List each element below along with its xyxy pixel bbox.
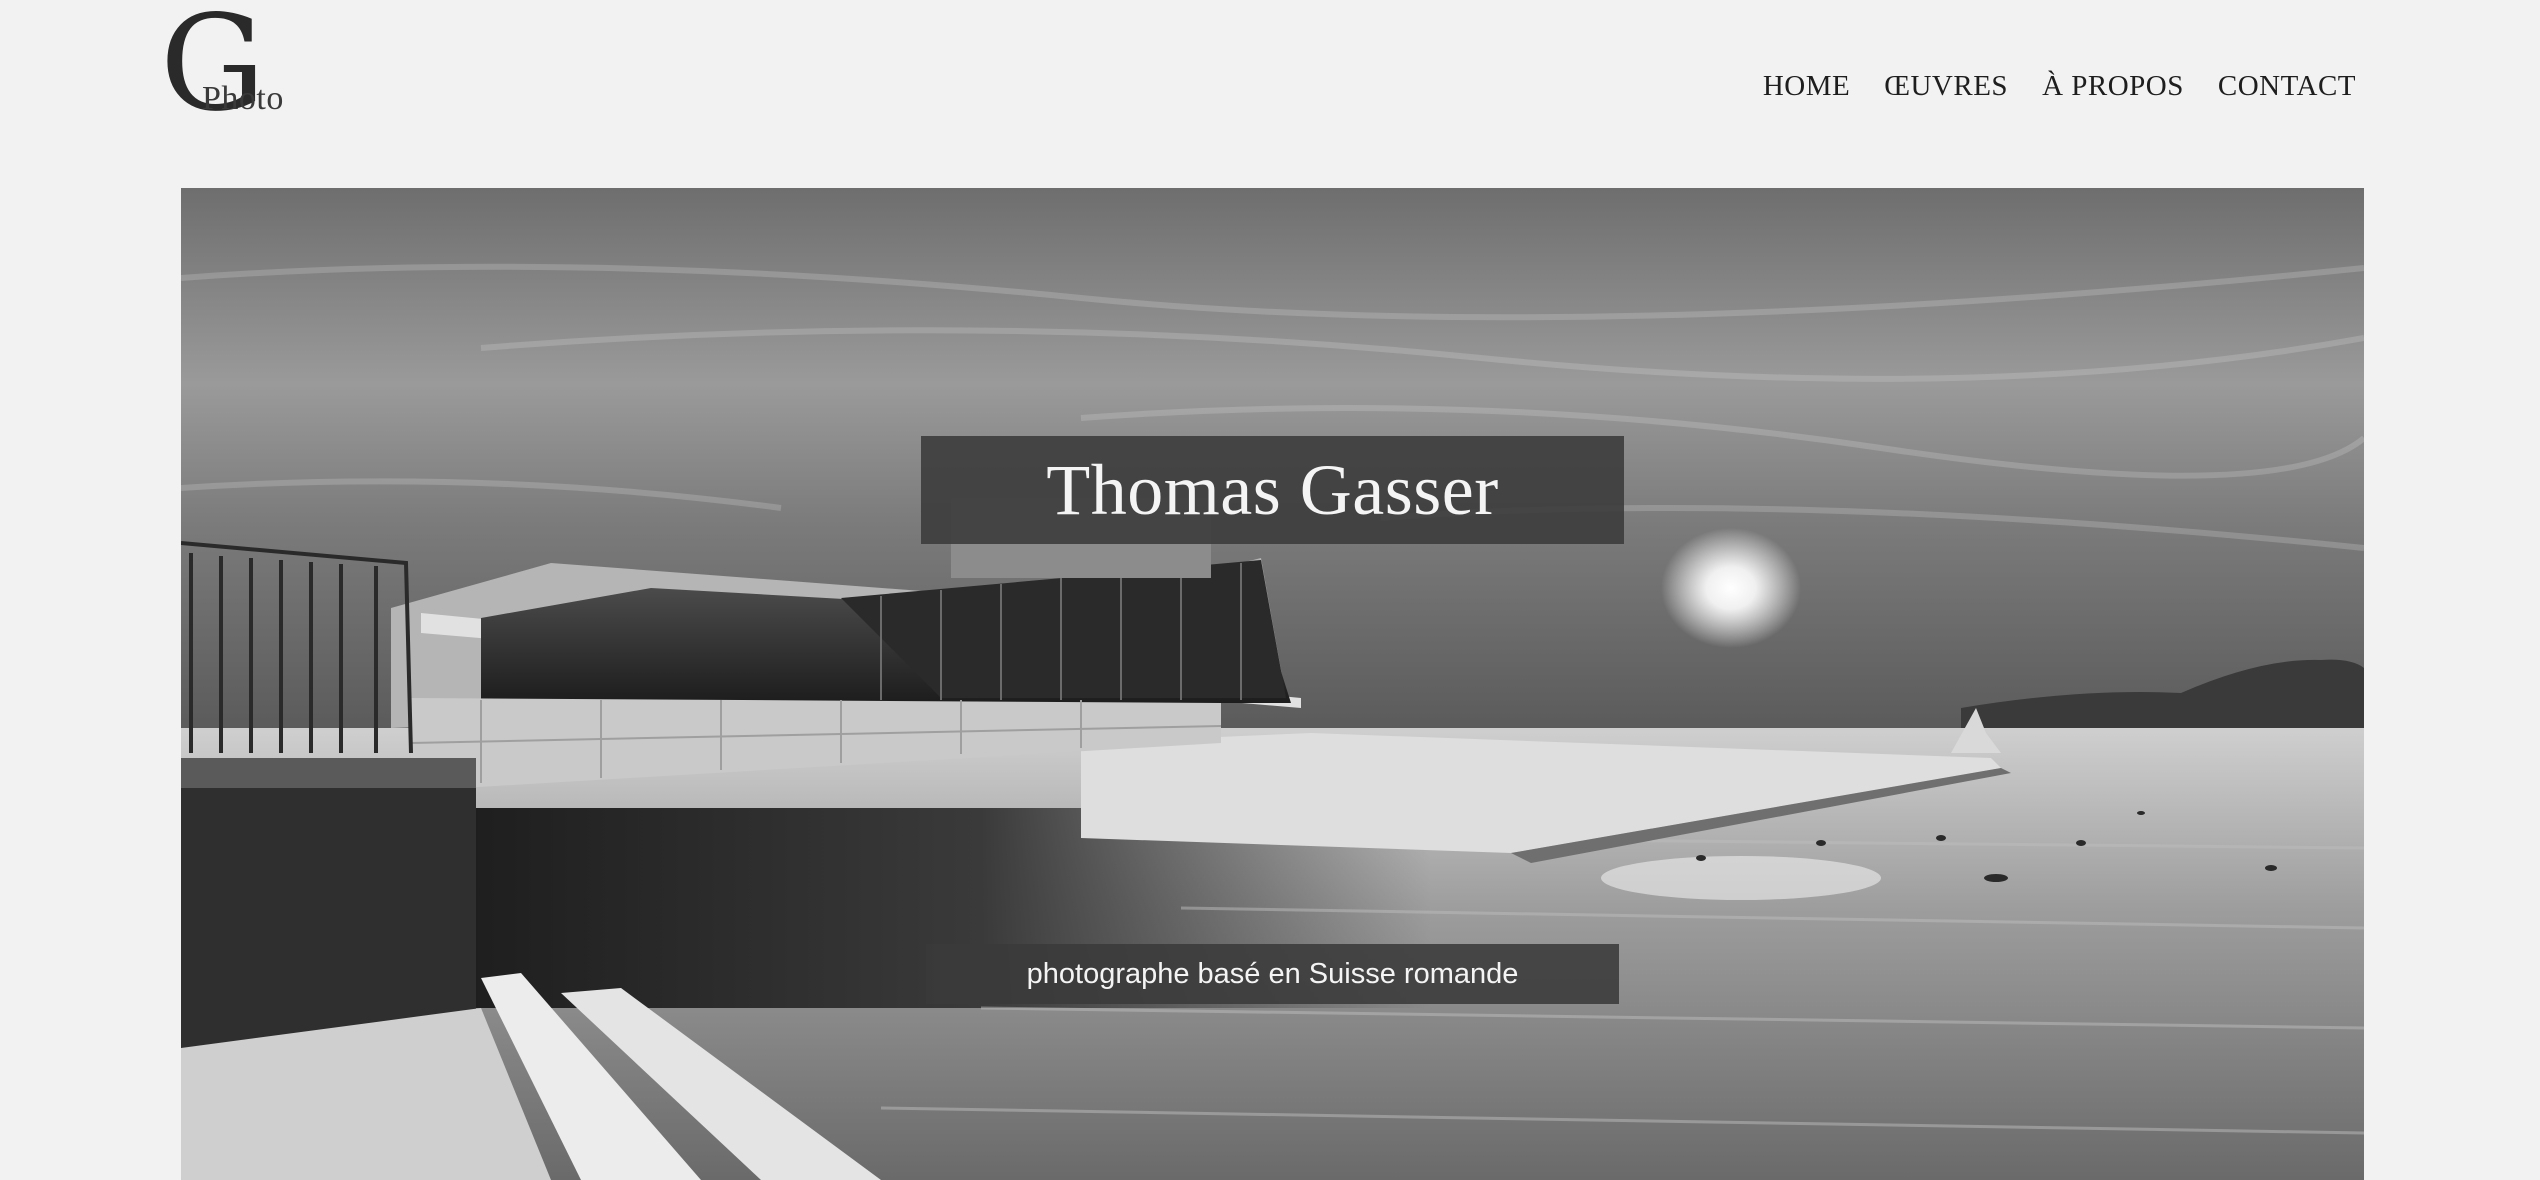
site-logo[interactable]: G Photo (160, 0, 310, 132)
main-nav: HOME ŒUVRES À PROPOS CONTACT (1763, 70, 2356, 103)
nav-a-propos[interactable]: À PROPOS (2042, 70, 2184, 103)
hero-subtitle: photographe basé en Suisse romande (1026, 957, 1519, 990)
nav-oeuvres[interactable]: ŒUVRES (1884, 70, 2008, 103)
hero-section: Thomas Gasser photographe basé en Suisse… (181, 188, 2364, 1180)
nav-contact[interactable]: CONTACT (2218, 70, 2356, 103)
logo-word: Photo (202, 80, 284, 117)
hero-title-box: Thomas Gasser (921, 436, 1624, 544)
hero-subtitle-box: photographe basé en Suisse romande (926, 944, 1619, 1004)
nav-home[interactable]: HOME (1763, 70, 1850, 103)
hero-photo (181, 188, 2364, 1180)
hero-title: Thomas Gasser (1046, 449, 1499, 530)
